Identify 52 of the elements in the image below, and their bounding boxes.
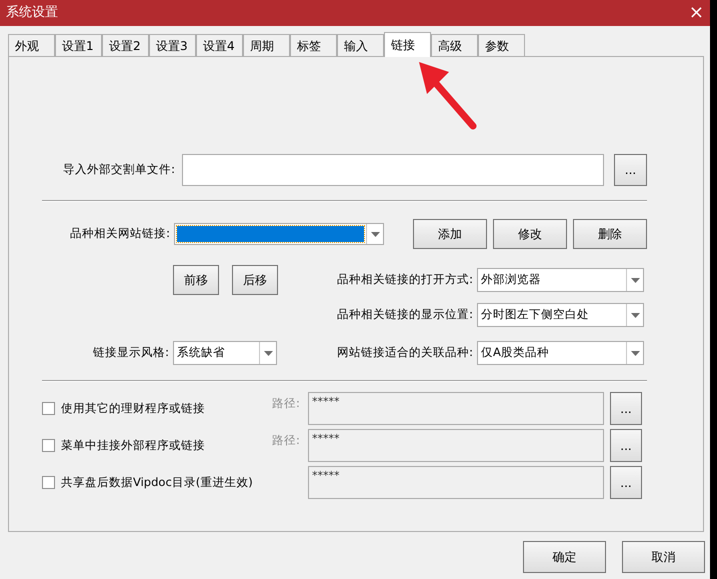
caret-icon [630, 312, 640, 318]
browse-button[interactable]: ... [610, 392, 642, 425]
button[interactable]: 后移 [232, 265, 278, 295]
field-label: 链接显示风格: [93, 344, 169, 362]
field-label: 网站链接适合的关联品种: [337, 344, 473, 362]
caret-icon [264, 350, 272, 356]
field-label: 导入外部交割单文件: [63, 161, 175, 178]
dropdown[interactable]: 外部浏览器 [477, 268, 644, 292]
checkbox[interactable] [42, 439, 55, 452]
tab[interactable]: 输入 [337, 34, 384, 56]
button[interactable]: 确定 [523, 541, 606, 573]
browse-button[interactable]: ... [610, 466, 642, 499]
file-path-field[interactable] [182, 154, 604, 186]
option-label: 使用其它的理财程序或链接 [61, 400, 205, 417]
dropdown[interactable] [174, 223, 384, 245]
tab[interactable]: 外观 [8, 34, 55, 56]
path-field[interactable]: ***** [308, 392, 604, 425]
field-label: 品种相关网站链接: [70, 225, 170, 242]
button[interactable]: 添加 [413, 219, 487, 249]
tab[interactable]: 设置2 [102, 34, 149, 56]
path-label: 路径: [272, 432, 300, 449]
dropdown[interactable]: 分时图左下侧空白处 [477, 303, 644, 327]
tab[interactable]: 设置3 [149, 34, 196, 56]
dropdown[interactable]: 系统缺省 [173, 341, 277, 365]
tab[interactable]: 链接 [384, 32, 431, 57]
browse-button[interactable]: ... [614, 154, 647, 186]
option-label: 菜单中挂接外部程序或链接 [61, 437, 205, 454]
close-button[interactable]: × [688, 4, 704, 22]
tab[interactable]: 标签 [290, 34, 337, 56]
button[interactable]: 前移 [173, 265, 219, 295]
caret-icon [630, 278, 640, 282]
path-label: 路径: [272, 395, 300, 412]
tab[interactable]: 高级 [431, 34, 478, 56]
button[interactable]: 取消 [622, 541, 705, 573]
tab[interactable]: 周期 [243, 34, 290, 56]
tab[interactable]: 设置4 [196, 34, 243, 56]
button[interactable]: 修改 [493, 219, 567, 249]
dropdown[interactable]: 仅A股类品种 [477, 341, 644, 365]
window-title: 系统设置 [6, 4, 58, 22]
checkbox[interactable] [42, 476, 55, 490]
field-label: 品种相关链接的打开方式: [337, 271, 473, 288]
browse-button[interactable]: ... [610, 429, 642, 462]
checkbox[interactable] [42, 402, 55, 416]
path-field[interactable]: ***** [308, 466, 604, 499]
path-field[interactable]: ***** [308, 429, 604, 462]
caret-icon [630, 350, 640, 356]
tab[interactable]: 设置1 [55, 34, 102, 56]
caret-icon [370, 232, 380, 236]
option-label: 共享盘后数据Vipdoc目录(重进生效) [61, 474, 253, 491]
field-label: 品种相关链接的显示位置: [337, 306, 473, 324]
button[interactable]: 删除 [573, 219, 647, 249]
tab[interactable]: 参数 [478, 34, 525, 56]
